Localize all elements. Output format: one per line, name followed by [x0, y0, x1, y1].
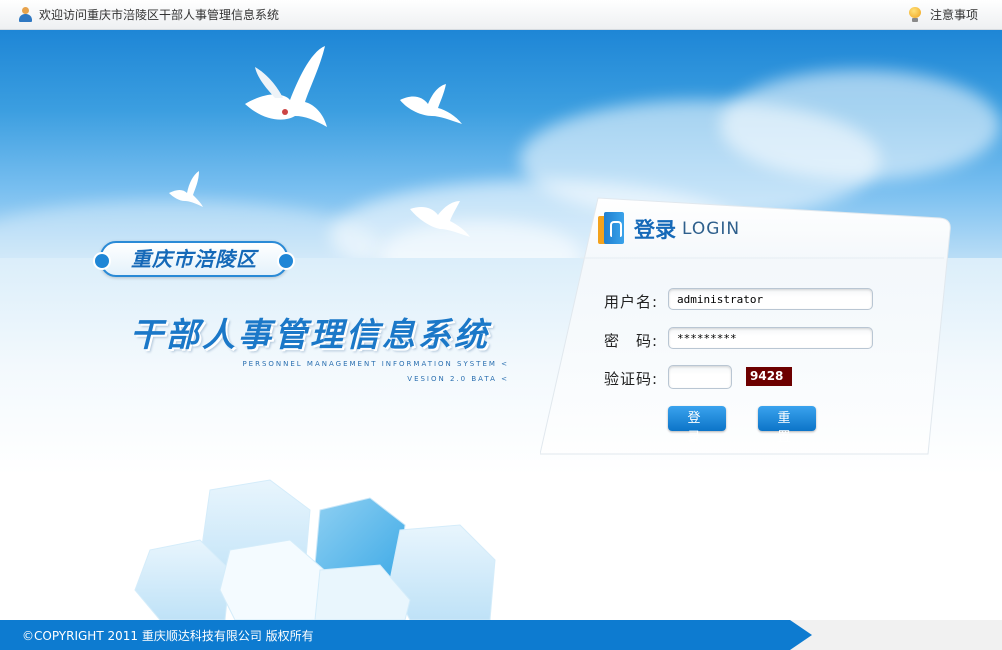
- captcha-image[interactable]: 9428: [746, 367, 792, 386]
- lightbulb-icon: [908, 6, 921, 23]
- district-name: 重庆市涪陵区: [131, 247, 257, 271]
- notice-label[interactable]: 注意事项: [930, 6, 978, 23]
- dove-image: [410, 201, 470, 237]
- copyright-text: ©COPYRIGHT 2011 重庆顺达科技有限公司 版权所有: [22, 629, 314, 643]
- welcome-text: 欢迎访问重庆市涪陵区干部人事管理信息系统: [39, 8, 280, 22]
- reset-button[interactable]: 重 置: [758, 406, 816, 445]
- subtitle-english: PERSONNEL MANAGEMENT INFORMATION SYSTEM …: [242, 360, 509, 368]
- login-title-en: LOGIN: [682, 219, 741, 239]
- ice-cubes-image: [134, 479, 496, 620]
- footer: ©COPYRIGHT 2011 重庆顺达科技有限公司 版权所有: [0, 620, 1002, 650]
- notice-link[interactable]: 注意事项: [908, 6, 978, 23]
- captcha-label: 验证码:: [604, 370, 659, 388]
- login-title: 登录: [634, 218, 676, 242]
- user-icon: [18, 7, 33, 22]
- dove-image: [400, 84, 462, 124]
- version-text: VESION 2.0 BATA <: [407, 375, 509, 383]
- captcha-field[interactable]: [668, 365, 732, 389]
- username-field[interactable]: [668, 288, 873, 310]
- district-badge: 重庆市涪陵区: [93, 241, 295, 277]
- dove-image: [169, 171, 203, 207]
- login-header: 登录 LOGIN: [598, 212, 740, 246]
- book-icon: [598, 212, 626, 246]
- welcome-area: 欢迎访问重庆市涪陵区干部人事管理信息系统: [18, 6, 279, 23]
- login-button[interactable]: 登 录: [668, 406, 726, 445]
- username-label: 用户名:: [604, 293, 659, 311]
- password-field[interactable]: [668, 327, 873, 349]
- password-label: 密 码:: [604, 332, 659, 350]
- dove-image: [245, 46, 327, 127]
- top-bar: 欢迎访问重庆市涪陵区干部人事管理信息系统 注意事项: [0, 0, 1002, 30]
- system-title: 干部人事管理信息系统: [130, 315, 490, 354]
